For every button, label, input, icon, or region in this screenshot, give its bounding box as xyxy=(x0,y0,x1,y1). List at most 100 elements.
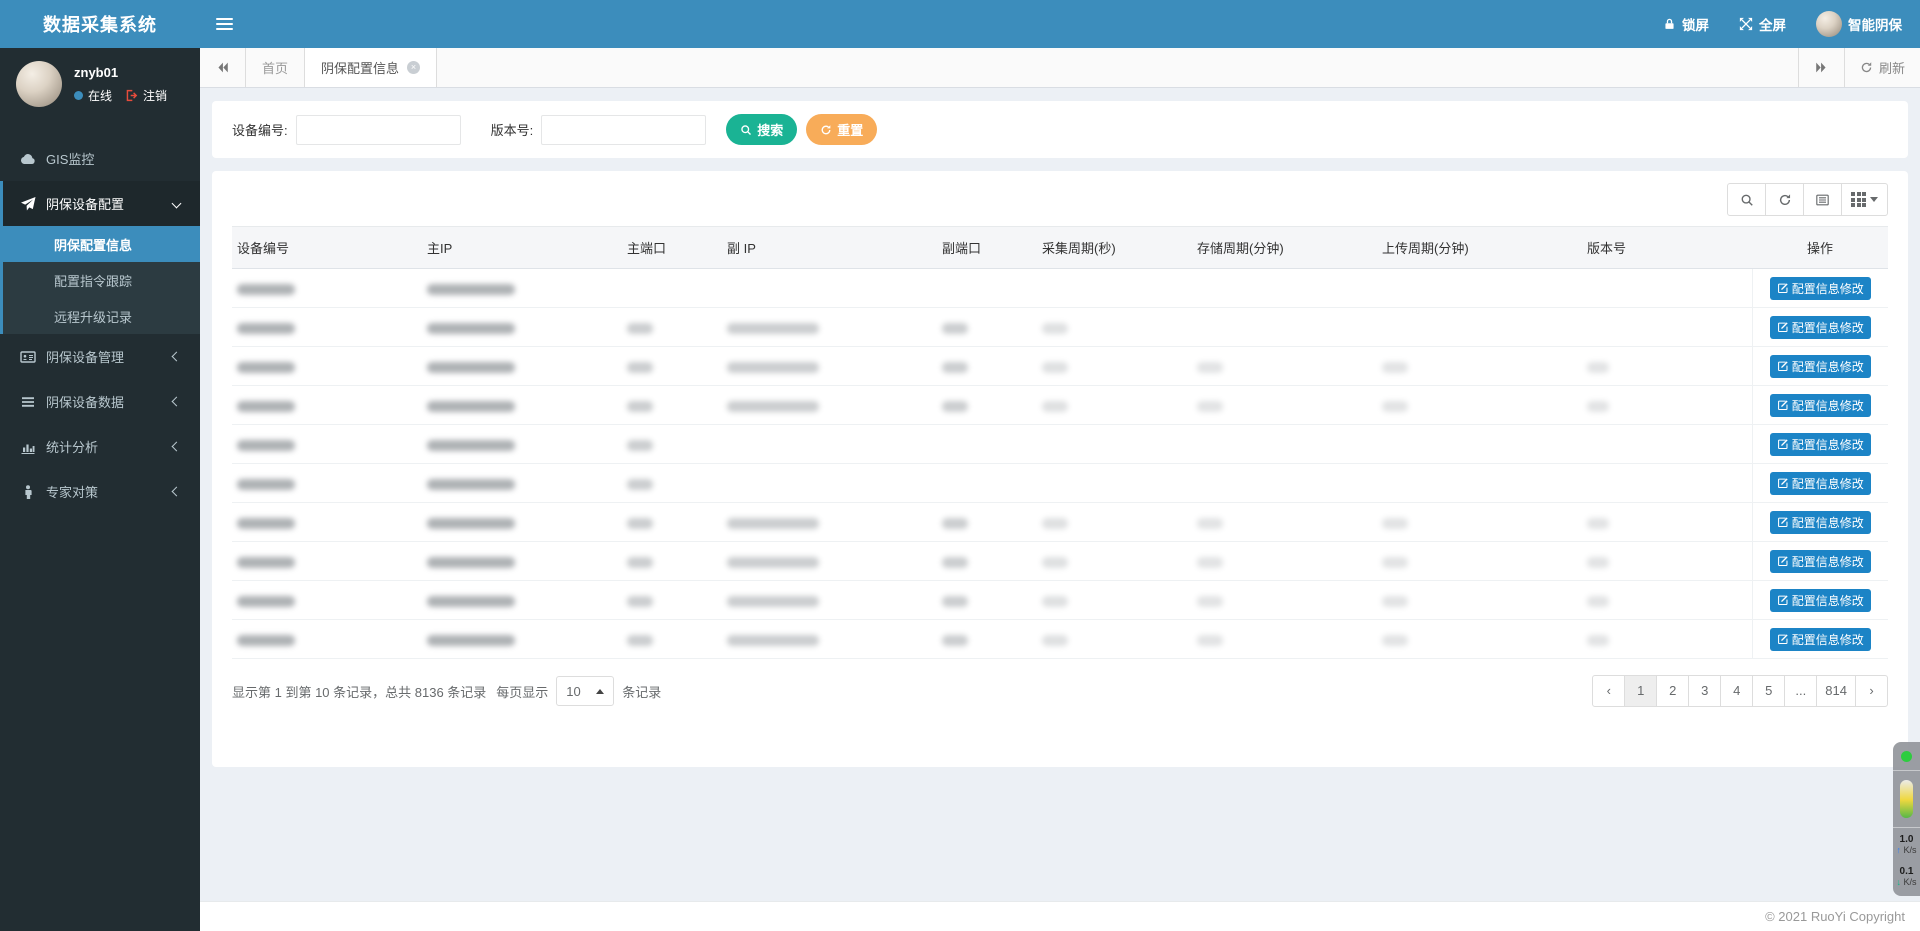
sidebar-item-expert-strategy[interactable]: 专家对策 xyxy=(0,469,200,514)
table-cell xyxy=(232,386,422,425)
sidebar-item-device-config[interactable]: 阴保设备配置 xyxy=(3,181,200,226)
page-button-4[interactable]: 4 xyxy=(1720,675,1753,707)
redacted-value xyxy=(237,323,295,334)
config-table: 设备编号 主IP 主端口 副 IP 副端口 采集周期(秒) 存储周期(分钟) 上… xyxy=(232,226,1888,659)
table-row: 配置信息修改 xyxy=(232,425,1888,464)
reset-button[interactable]: 重置 xyxy=(806,114,877,145)
edit-config-button[interactable]: 配置信息修改 xyxy=(1770,550,1871,573)
network-monitor-widget[interactable]: 1.0 ↑ K/s 0.1 ↓ K/s xyxy=(1893,742,1920,896)
redacted-value xyxy=(1197,401,1223,412)
close-icon[interactable]: × xyxy=(407,61,420,74)
edit-config-button[interactable]: 配置信息修改 xyxy=(1770,277,1871,300)
tabs-scroll-left-button[interactable] xyxy=(200,48,246,87)
redacted-value xyxy=(727,518,819,529)
version-no-label: 版本号: xyxy=(491,120,534,139)
table-cell xyxy=(722,269,937,308)
sidebar-item-config-info[interactable]: 阴保配置信息 xyxy=(3,226,200,262)
sidebar-item-device-manage[interactable]: 阴保设备管理 xyxy=(0,334,200,379)
edit-icon xyxy=(1777,516,1789,528)
table-cell-actions: 配置信息修改 xyxy=(1752,620,1888,659)
edit-icon xyxy=(1777,321,1789,333)
tabs-scroll-right-button[interactable] xyxy=(1798,48,1844,87)
table-cell xyxy=(1582,269,1752,308)
redacted-value xyxy=(1382,596,1408,607)
table-cell xyxy=(1192,425,1377,464)
tab-config-info[interactable]: 阴保配置信息 × xyxy=(305,48,437,87)
version-no-input[interactable] xyxy=(541,115,706,145)
col-sub-port: 副端口 xyxy=(937,227,1037,269)
page-button-3[interactable]: 3 xyxy=(1688,675,1721,707)
col-upload-cycle: 上传周期(分钟) xyxy=(1377,227,1582,269)
page-size-select[interactable]: 10 xyxy=(556,676,614,706)
table-cell xyxy=(937,308,1037,347)
table-cell xyxy=(622,269,722,308)
sidebar-item-device-data[interactable]: 阴保设备数据 xyxy=(0,379,200,424)
edit-config-button[interactable]: 配置信息修改 xyxy=(1770,433,1871,456)
search-button[interactable]: 搜索 xyxy=(726,114,797,145)
redacted-value xyxy=(237,440,295,451)
table-cell xyxy=(622,503,722,542)
edit-config-button[interactable]: 配置信息修改 xyxy=(1770,316,1871,339)
toolbar-toggle-view-button[interactable] xyxy=(1803,183,1842,216)
table-cell xyxy=(1377,269,1582,308)
online-status-icon xyxy=(74,91,83,100)
redacted-value xyxy=(427,401,515,412)
edit-config-button[interactable]: 配置信息修改 xyxy=(1770,355,1871,378)
page-prev-button[interactable]: ‹ xyxy=(1592,675,1625,707)
lock-screen-button[interactable]: 锁屏 xyxy=(1663,14,1709,34)
table-cell xyxy=(722,386,937,425)
account-avatar xyxy=(1816,11,1842,37)
lock-icon xyxy=(1663,17,1676,31)
page-button-5[interactable]: 5 xyxy=(1752,675,1785,707)
per-page-prefix: 每页显示 xyxy=(496,682,548,701)
edit-icon xyxy=(1777,633,1789,645)
edit-config-button[interactable]: 配置信息修改 xyxy=(1770,511,1871,534)
sidebar-item-statistics[interactable]: 统计分析 xyxy=(0,424,200,469)
search-panel: 设备编号: 版本号: 搜索 重置 xyxy=(212,101,1908,158)
page-next-button[interactable]: › xyxy=(1855,675,1888,707)
toolbar-search-button[interactable] xyxy=(1727,183,1766,216)
table-cell xyxy=(1192,347,1377,386)
table-cell xyxy=(1582,503,1752,542)
redacted-value xyxy=(1197,557,1223,568)
redacted-value xyxy=(427,362,515,373)
sidebar-item-gis-monitor[interactable]: GIS监控 xyxy=(0,136,200,181)
table-cell xyxy=(1037,425,1192,464)
edit-icon xyxy=(1777,477,1789,489)
table-cell xyxy=(622,464,722,503)
sidebar-item-remote-upgrade-log[interactable]: 远程升级记录 xyxy=(3,298,200,334)
table-cell xyxy=(722,308,937,347)
fullscreen-button[interactable]: 全屏 xyxy=(1739,14,1786,34)
col-actions: 操作 xyxy=(1752,227,1888,269)
redacted-value xyxy=(427,635,515,646)
account-menu[interactable]: 智能阴保 xyxy=(1816,11,1902,37)
redacted-value xyxy=(1587,518,1609,529)
page-button-1[interactable]: 1 xyxy=(1624,675,1657,707)
fullscreen-icon xyxy=(1739,17,1753,31)
page-button-2[interactable]: 2 xyxy=(1656,675,1689,707)
edit-config-button[interactable]: 配置信息修改 xyxy=(1770,394,1871,417)
col-collect-cycle: 采集周期(秒) xyxy=(1037,227,1192,269)
pagination-info: 显示第 1 到第 10 条记录，总共 8136 条记录 xyxy=(232,682,486,701)
hamburger-menu-button[interactable] xyxy=(200,0,248,48)
device-no-input[interactable] xyxy=(296,115,461,145)
table-cell xyxy=(1582,308,1752,347)
edit-config-button[interactable]: 配置信息修改 xyxy=(1770,589,1871,612)
edit-config-button[interactable]: 配置信息修改 xyxy=(1770,628,1871,651)
sidebar-group-device-config: 阴保设备配置 阴保配置信息 配置指令跟踪 远程升级记录 xyxy=(0,181,200,334)
redacted-value xyxy=(237,635,295,646)
toolbar-columns-button[interactable] xyxy=(1841,183,1888,216)
tab-home[interactable]: 首页 xyxy=(246,48,305,87)
page-button-814[interactable]: 814 xyxy=(1816,675,1856,707)
logout-link[interactable]: 注销 xyxy=(143,87,167,104)
bar-chart-icon xyxy=(20,439,36,455)
edit-config-button[interactable]: 配置信息修改 xyxy=(1770,472,1871,495)
refresh-icon xyxy=(1778,193,1792,207)
refresh-tab-button[interactable]: 刷新 xyxy=(1844,48,1920,87)
table-row: 配置信息修改 xyxy=(232,464,1888,503)
sidebar-item-config-command-trace[interactable]: 配置指令跟踪 xyxy=(3,262,200,298)
table-cell xyxy=(1037,308,1192,347)
toolbar-refresh-button[interactable] xyxy=(1765,183,1804,216)
table-cell xyxy=(232,464,422,503)
table-cell xyxy=(422,308,622,347)
